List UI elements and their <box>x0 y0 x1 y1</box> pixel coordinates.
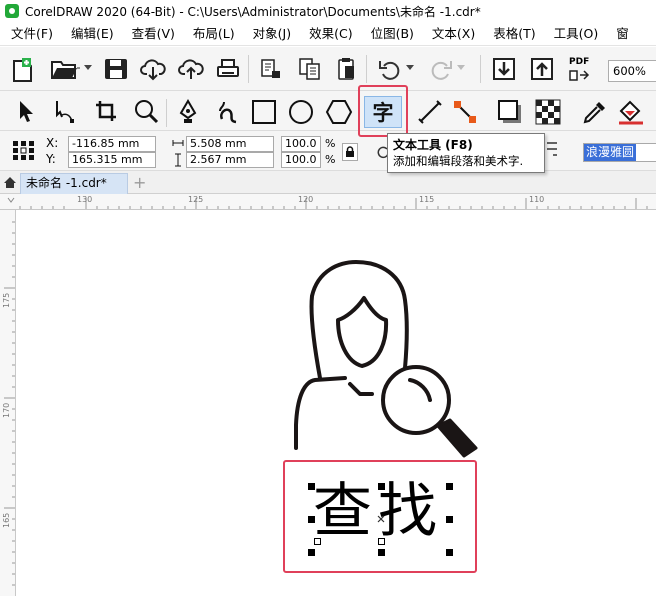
tooltip-title: 文本工具 (F8) <box>393 138 473 152</box>
tooltip-description: 添加和编辑段落和美术字. <box>393 154 524 168</box>
selection-handle[interactable] <box>446 516 453 523</box>
text-node-handle[interactable] <box>314 538 321 545</box>
center-marker-icon <box>377 515 385 523</box>
selection-handle[interactable] <box>378 483 385 490</box>
selection-handle[interactable] <box>446 549 453 556</box>
tooltip: 文本工具 (F8) 添加和编辑段落和美术字. <box>387 133 545 173</box>
selection-handle[interactable] <box>378 549 385 556</box>
text-node-handle[interactable] <box>378 538 385 545</box>
selection-handle[interactable] <box>308 516 315 523</box>
selection-handle[interactable] <box>308 483 315 490</box>
selection-handle[interactable] <box>446 483 453 490</box>
selection-handle[interactable] <box>308 549 315 556</box>
